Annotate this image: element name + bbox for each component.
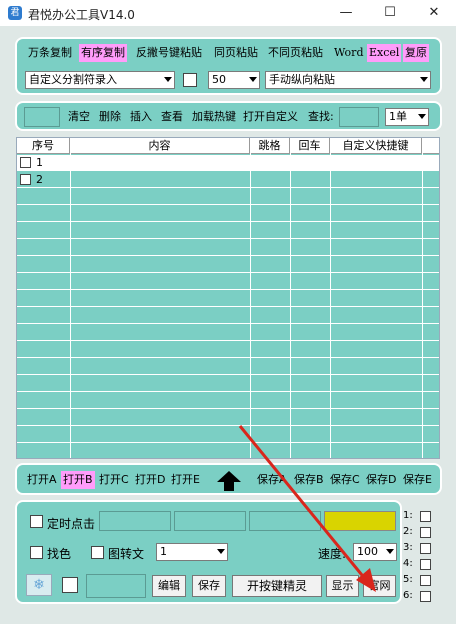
- excel-button[interactable]: Excel: [367, 44, 402, 62]
- header-content: 内容: [70, 138, 250, 154]
- row-checkbox[interactable]: [20, 174, 31, 185]
- header-enter: 回车: [290, 138, 330, 154]
- empty-row: [17, 342, 439, 358]
- empty-row: [17, 308, 439, 324]
- open-custom-button[interactable]: 打开自定义: [241, 108, 300, 126]
- separator-select-value: 自定义分割符录入: [29, 73, 117, 86]
- maximize-button[interactable]: ☐: [368, 0, 412, 26]
- chevron-down-icon: [418, 114, 426, 119]
- empty-row: [17, 274, 439, 290]
- empty-row: [17, 359, 439, 375]
- header-tab: 跳格: [250, 138, 290, 154]
- open-d-button[interactable]: 打开D: [133, 471, 167, 489]
- snowflake-icon[interactable]: ❄: [26, 574, 52, 596]
- option-field[interactable]: [86, 574, 146, 598]
- row-checkbox[interactable]: [20, 157, 31, 168]
- row-number: 2: [36, 173, 43, 186]
- view-button[interactable]: 查看: [159, 108, 185, 126]
- side-checkbox-6[interactable]: [420, 591, 431, 602]
- side-label-2: 2:: [403, 526, 413, 537]
- side-label-4: 4:: [403, 558, 413, 569]
- side-label-5: 5:: [403, 574, 413, 585]
- paste-mode-select[interactable]: 手动纵向粘贴: [265, 71, 431, 89]
- header-hotkey: 自定义快捷键: [330, 138, 422, 154]
- find-color-checkbox[interactable]: [30, 546, 43, 559]
- timer-checkbox[interactable]: [30, 515, 43, 528]
- mode-select-value: 1: [160, 545, 167, 558]
- chevron-down-icon: [420, 77, 428, 82]
- empty-row: [17, 257, 439, 273]
- data-grid[interactable]: 序号 内容 跳格 回车 自定义快捷键 1 2: [16, 137, 440, 459]
- close-button[interactable]: ✕: [412, 0, 456, 26]
- chevron-down-icon: [249, 77, 257, 82]
- paste-mode-select-value: 手动纵向粘贴: [269, 73, 335, 86]
- table-row[interactable]: 1: [17, 155, 439, 171]
- empty-row: [17, 240, 439, 256]
- save-button[interactable]: 保存: [192, 575, 226, 597]
- status-box: [24, 107, 60, 127]
- search-mode-select[interactable]: 1单: [385, 108, 429, 126]
- word-button[interactable]: Word: [332, 44, 365, 62]
- same-page-paste-button[interactable]: 同页粘贴: [212, 44, 260, 62]
- minimize-button[interactable]: —: [324, 0, 368, 26]
- chevron-down-icon: [164, 77, 172, 82]
- side-checkbox-2[interactable]: [420, 527, 431, 538]
- chevron-down-icon: [217, 549, 225, 554]
- side-label-6: 6:: [403, 590, 413, 601]
- option-checkbox[interactable]: [62, 577, 78, 593]
- app-logo-icon: 君: [8, 6, 22, 20]
- find-color-label: 找色: [47, 547, 72, 561]
- timer-field-1[interactable]: [99, 511, 171, 531]
- open-c-button[interactable]: 打开C: [97, 471, 131, 489]
- save-e-button[interactable]: 保存E: [401, 471, 434, 489]
- annotation-arrow-icon: [238, 425, 376, 592]
- top-toolbar-panel: 万条复制 有序复制 反撇号键粘贴 同页粘贴 不同页粘贴 Word Excel 复…: [15, 37, 442, 95]
- open-a-button[interactable]: 打开A: [25, 471, 59, 489]
- img-to-text-checkbox[interactable]: [91, 546, 104, 559]
- table-row[interactable]: 2: [17, 172, 439, 188]
- side-checkbox-5[interactable]: [420, 575, 431, 586]
- row-number: 1: [36, 156, 43, 169]
- toolbar-checkbox[interactable]: [183, 73, 197, 87]
- mode-select[interactable]: 1: [156, 543, 228, 561]
- empty-row: [17, 325, 439, 341]
- restore-button[interactable]: 复原: [403, 44, 429, 62]
- count-select[interactable]: 50: [208, 71, 260, 89]
- header-scroll-corner: [422, 138, 439, 154]
- window-title: 君悦办公工具V14.0: [28, 8, 135, 22]
- empty-row: [17, 206, 439, 222]
- backtick-paste-button[interactable]: 反撇号键粘贴: [134, 44, 204, 62]
- side-checkbox-4[interactable]: [420, 559, 431, 570]
- edit-toolbar-panel: 清空 删除 插入 查看 加载热键 打开自定义 查找: 1单: [15, 101, 442, 131]
- search-label: 查找:: [308, 110, 334, 123]
- empty-row: [17, 393, 439, 409]
- img-to-text-label: 图转文: [108, 547, 145, 561]
- delete-button[interactable]: 删除: [97, 108, 123, 126]
- open-e-button[interactable]: 打开E: [169, 471, 202, 489]
- empty-row: [17, 223, 439, 239]
- side-checkbox-1[interactable]: [420, 511, 431, 522]
- side-label-3: 3:: [403, 542, 413, 553]
- count-select-value: 50: [212, 73, 226, 86]
- copy-10000-button[interactable]: 万条复制: [26, 44, 74, 62]
- diff-page-paste-button[interactable]: 不同页粘贴: [266, 44, 325, 62]
- side-label-1: 1:: [403, 510, 413, 521]
- clear-button[interactable]: 清空: [66, 108, 92, 126]
- separator-select[interactable]: 自定义分割符录入: [25, 71, 175, 89]
- empty-row: [17, 376, 439, 392]
- title-bar: 君 君悦办公工具V14.0 — ☐ ✕: [0, 0, 456, 26]
- load-hotkeys-button[interactable]: 加载热键: [190, 108, 238, 126]
- search-mode-select-value: 1单: [389, 110, 407, 123]
- timer-label: 定时点击: [47, 517, 96, 531]
- ordered-copy-button[interactable]: 有序复制: [79, 44, 127, 62]
- header-num: 序号: [17, 138, 70, 154]
- side-checkbox-3[interactable]: [420, 543, 431, 554]
- open-b-button[interactable]: 打开B: [61, 471, 95, 489]
- empty-row: [17, 291, 439, 307]
- edit-button[interactable]: 编辑: [152, 575, 186, 597]
- insert-button[interactable]: 插入: [128, 108, 154, 126]
- search-input[interactable]: [339, 107, 379, 127]
- empty-row: [17, 189, 439, 205]
